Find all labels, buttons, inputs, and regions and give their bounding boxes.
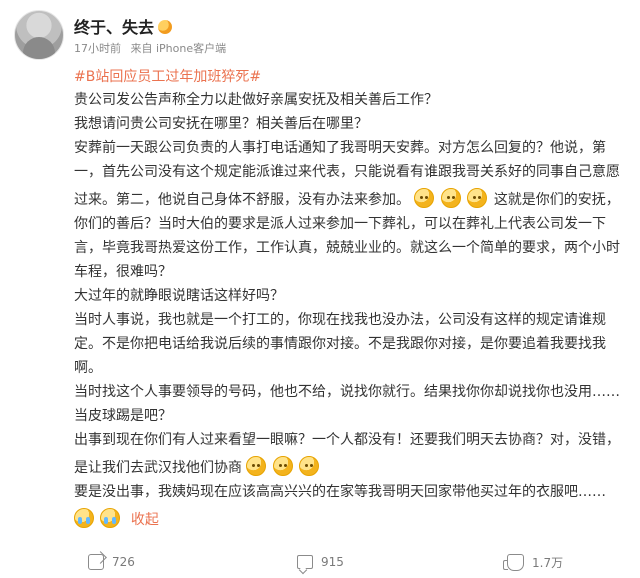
paragraph-3: 安葬前一天跟公司负责的人事打电话通知了我哥明天安葬。对方怎么回复的？他说，第一，… (74, 136, 626, 284)
smile-emoji-icon (467, 188, 488, 208)
smile-emoji-icon (414, 188, 435, 208)
like-button[interactable]: 1.7万 (503, 553, 564, 571)
comment-count: 915 (321, 555, 344, 569)
collapse-button[interactable]: 收起 (131, 512, 159, 528)
username-text[interactable]: 终于、失去 (74, 14, 154, 38)
username[interactable]: 终于、失去 (74, 14, 173, 38)
hashtag-link[interactable]: #B站回应员工过年加班猝死# (74, 66, 261, 86)
like-count: 1.7万 (532, 555, 564, 570)
paragraph-9: 收起 (74, 504, 626, 532)
share-icon (88, 554, 104, 570)
smile-emoji-icon (272, 456, 293, 476)
smile-emoji-icon (440, 188, 461, 208)
paragraph-5: 当时人事说，我也就是一个打工的，你现在找我也没办法，公司没有这样的规定请谁规定。… (74, 312, 606, 376)
like-icon (503, 553, 524, 571)
paragraph-4: 大过年的就睁眼说瞎话这样好吗？ (74, 288, 284, 304)
post-time[interactable]: 17小时前 (74, 42, 121, 55)
paragraph-1: 贵公司发公告声称全力以赴做好亲属安抚及相关善后工作？ (74, 92, 438, 108)
action-bar: 726 915 1.7万 (0, 546, 640, 578)
cry-emoji-icon (74, 508, 94, 528)
paragraph-6: 当时找这个人事要领导的号码，他也不给，说找你就行。结果找你你却说找你也没用……当… (74, 384, 620, 424)
smile-emoji-icon (246, 456, 267, 476)
paragraph-7-text: 出事到现在你们有人过来看望一眼嘛？一个人都没有！还要我们明天去协商？对，没错，是… (74, 432, 620, 476)
comment-button[interactable]: 915 (297, 555, 344, 569)
comment-icon (297, 555, 313, 569)
share-count: 726 (112, 555, 135, 569)
post-content: 贵公司发公告声称全力以赴做好亲属安抚及相关善后工作？ 我想请问贵公司安抚在哪里？… (74, 88, 626, 532)
paragraph-7: 出事到现在你们有人过来看望一眼嘛？一个人都没有！还要我们明天去协商？对，没错，是… (74, 428, 626, 480)
paragraph-8: 要是没出事，我姨妈现在应该高高兴兴的在家等我哥明天回家带他买过年的衣服吧…… (74, 484, 606, 500)
post-source[interactable]: 来自 iPhone客户端 (131, 42, 227, 55)
user-badge-icon (158, 20, 173, 34)
paragraph-2: 我想请问贵公司安抚在哪里？相关善后在哪里？ (74, 116, 368, 132)
avatar[interactable] (14, 10, 64, 60)
post-meta: 17小时前 来自 iPhone客户端 (74, 40, 226, 56)
share-button[interactable]: 726 (88, 554, 135, 570)
smile-emoji-icon (299, 456, 320, 476)
cry-emoji-icon (100, 508, 121, 528)
